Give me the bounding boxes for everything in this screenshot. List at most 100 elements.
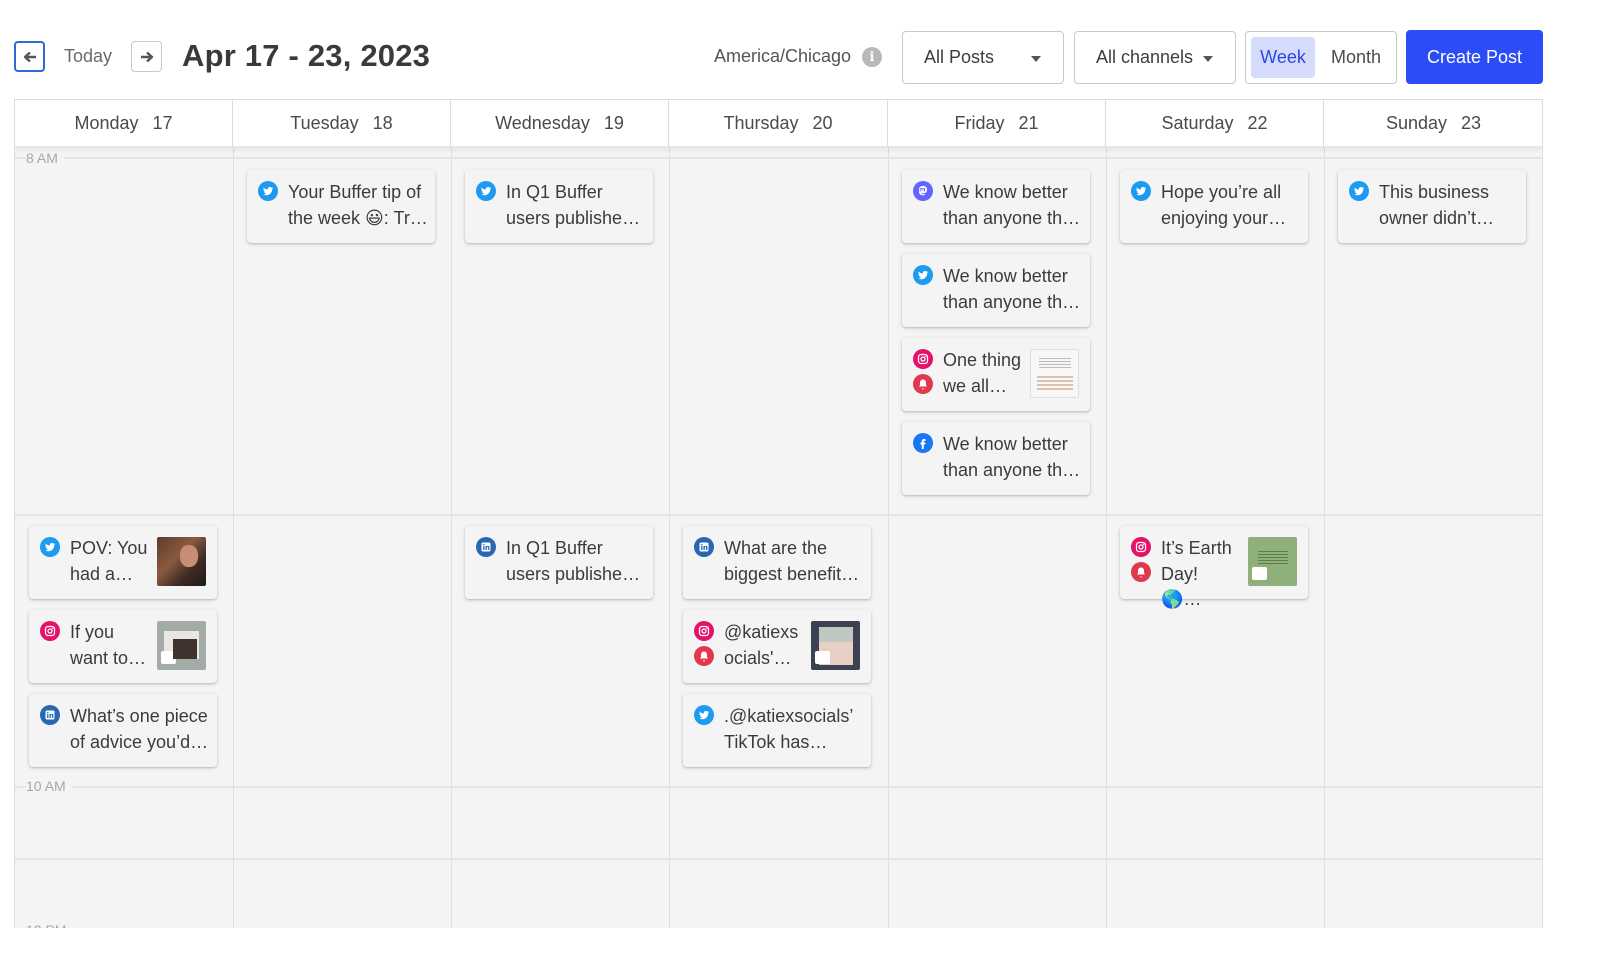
network-icons (476, 537, 496, 557)
post-card[interactable]: We know better than anyone th… (902, 254, 1090, 327)
post-card[interactable]: We know better than anyone th… (902, 422, 1090, 495)
post-preview-text: We know better than anyone th… (943, 266, 1081, 312)
post-card[interactable]: This business owner didn’t… (1338, 170, 1526, 243)
day-name: Wednesday (495, 112, 590, 133)
network-icons (913, 349, 933, 394)
network-icons (1131, 537, 1151, 582)
posts-filter-value: All Posts (924, 47, 995, 67)
reminder-bell-icon (694, 646, 714, 666)
network-icons (694, 705, 714, 725)
day-header-friday: Friday 21 (888, 100, 1106, 146)
day-name: Sunday (1385, 112, 1448, 133)
day-name: Friday (954, 112, 1005, 133)
video-icon (815, 651, 830, 664)
column-divider (1106, 147, 1107, 928)
facebook-icon (913, 433, 933, 453)
day-name: Tuesday (290, 112, 359, 133)
twitter-icon (40, 537, 60, 557)
post-thumbnail (1248, 537, 1297, 586)
next-week-button[interactable] (131, 41, 162, 72)
network-icons (694, 537, 714, 557)
previous-week-button[interactable] (14, 41, 45, 72)
post-card[interactable]: In Q1 Buffer users publishe… (465, 170, 653, 243)
post-preview-text: One thing we all… (943, 350, 1022, 396)
post-card[interactable]: If you want to… (29, 610, 217, 683)
channels-filter-dropdown[interactable]: All channels (1074, 31, 1236, 84)
post-card[interactable]: We know better than anyone th… (902, 170, 1090, 243)
caret-down-icon (1203, 56, 1213, 62)
network-icons (694, 621, 714, 666)
post-card[interactable]: @katiexs ocials'… (683, 610, 871, 683)
day-header-thursday: Thursday 20 (669, 100, 888, 146)
column-divider (233, 147, 234, 928)
post-preview-text: @katiexs ocials'… (724, 622, 799, 668)
day-name: Saturday (1161, 112, 1234, 133)
post-card[interactable]: One thing we all… (902, 338, 1090, 411)
column-divider (1324, 147, 1325, 928)
post-preview-text: What’s one piece of advice you’d… (70, 706, 209, 752)
day-header-wednesday: Wednesday 19 (451, 100, 669, 146)
post-card[interactable]: Hope you’re all enjoying your… (1120, 170, 1308, 243)
mastodon-icon (913, 181, 933, 201)
arrow-right-icon (140, 51, 153, 62)
post-card[interactable]: Your Buffer tip of the week 😃: Tr… (247, 170, 435, 243)
post-preview-text: What are the biggest benefit… (724, 538, 860, 584)
post-card[interactable]: What are the biggest benefit… (683, 526, 871, 599)
date-range-title: Apr 17 - 23, 2023 (182, 38, 431, 73)
hour-label: 8 AM (26, 150, 64, 166)
instagram-icon (694, 621, 714, 641)
day-number: 22 (1247, 112, 1268, 133)
column-divider (888, 147, 889, 928)
post-preview-text: We know better than anyone th… (943, 434, 1081, 480)
post-preview-text: In Q1 Buffer users publishe… (506, 538, 641, 584)
arrow-left-icon (23, 51, 36, 62)
info-icon[interactable]: i (862, 47, 882, 67)
post-preview-text: We know better than anyone th… (943, 182, 1081, 228)
post-preview-text: Hope you’re all enjoying your… (1161, 182, 1287, 228)
day-number: 18 (372, 112, 393, 133)
post-card[interactable]: In Q1 Buffer users publishe… (465, 526, 653, 599)
twitter-icon (1349, 181, 1369, 201)
twitter-icon (1131, 181, 1151, 201)
today-button[interactable]: Today (64, 46, 112, 67)
week-view-button[interactable]: Week (1251, 37, 1315, 78)
linkedin-icon (40, 705, 60, 725)
post-thumbnail (811, 621, 860, 670)
post-preview-text: If you want to… (70, 622, 147, 668)
create-post-button[interactable]: Create Post (1406, 30, 1543, 84)
day-header-saturday: Saturday 22 (1106, 100, 1324, 146)
post-preview-text: Your Buffer tip of the week 😃: Tr… (288, 182, 428, 228)
column-divider (451, 147, 452, 928)
video-icon (161, 651, 176, 664)
hour-row-divider (15, 786, 1542, 788)
post-preview-text: This business owner didn’t… (1379, 182, 1495, 228)
post-card[interactable]: What’s one piece of advice you’d… (29, 694, 217, 767)
month-view-button[interactable]: Month (1320, 37, 1392, 78)
twitter-icon (476, 181, 496, 201)
view-toggle: Week Month (1245, 31, 1397, 84)
posts-filter-dropdown[interactable]: All Posts (902, 31, 1064, 84)
post-preview-text: POV: You had a… (70, 538, 148, 584)
linkedin-icon (476, 537, 496, 557)
timezone-label: America/Chicago (714, 46, 852, 66)
twitter-icon (258, 181, 278, 201)
post-card[interactable]: It’s Earth Day! 🌎… (1120, 526, 1308, 609)
network-icons (40, 537, 60, 557)
day-number: 17 (152, 112, 173, 133)
twitter-icon (694, 705, 714, 725)
reminder-bell-icon (913, 374, 933, 394)
calendar-toolbar: Today Apr 17 - 23, 2023 America/Chicago … (0, 0, 1600, 99)
day-number: 19 (603, 112, 624, 133)
hour-row-divider (15, 157, 1542, 159)
column-divider (669, 147, 670, 928)
post-preview-text: It’s Earth Day! 🌎… (1161, 538, 1232, 609)
hour-row-divider (15, 514, 1542, 516)
hour-label: 12 PM (26, 922, 73, 928)
day-header-sunday: Sunday 23 (1324, 100, 1542, 146)
post-card[interactable]: POV: You had a… (29, 526, 217, 599)
post-thumbnail (157, 621, 206, 670)
hour-row-divider (15, 858, 1542, 860)
reminder-bell-icon (1131, 562, 1151, 582)
day-number: 23 (1461, 112, 1482, 133)
post-card[interactable]: .@katiexsocials’ TikTok has… (683, 694, 871, 767)
